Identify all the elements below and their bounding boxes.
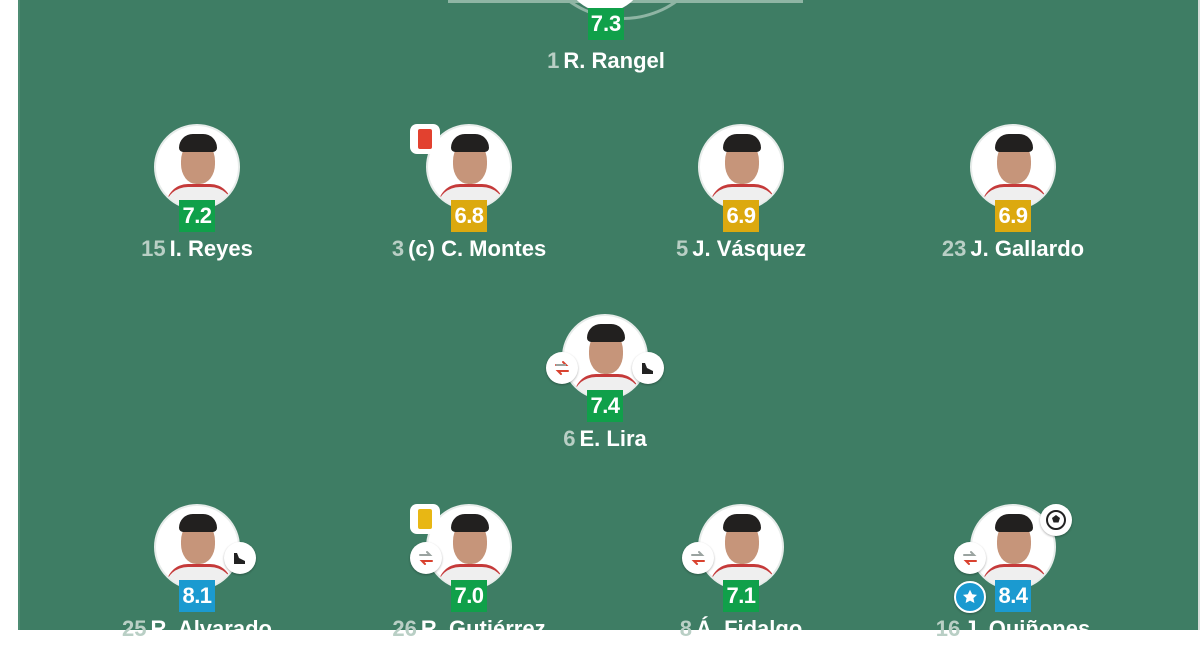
goalkeeper-name[interactable]: 1 R. Rangel bbox=[476, 48, 736, 74]
shirt-number: 15 bbox=[141, 236, 166, 261]
goal-ball-icon bbox=[1040, 504, 1072, 536]
substitution-icon bbox=[410, 542, 442, 574]
player-label: 6 E. Lira bbox=[476, 426, 734, 452]
goalkeeper-rating: 7.3 bbox=[588, 8, 624, 40]
player-label: 26 R. Gutiérrez bbox=[340, 616, 598, 642]
boot-icon bbox=[632, 352, 664, 384]
shirt-number: 1 bbox=[547, 48, 560, 73]
player-card[interactable]: 8.4 16 J. Quiñones bbox=[884, 504, 1144, 664]
player-card[interactable]: 7.2 15 I. Reyes bbox=[68, 124, 328, 284]
red-card-icon bbox=[410, 124, 440, 154]
player-label: 15 I. Reyes bbox=[68, 236, 326, 262]
player-name: J. Quiñones bbox=[964, 616, 1091, 641]
player-card[interactable]: 7.0 26 R. Gutiérrez bbox=[340, 504, 600, 664]
player-rating: 7.1 bbox=[723, 580, 759, 612]
shirt-number: 23 bbox=[941, 236, 967, 261]
substitution-icon bbox=[682, 542, 714, 574]
player-card[interactable]: 7.1 8 Á. Fidalgo bbox=[612, 504, 872, 664]
shirt-number: 16 bbox=[935, 616, 961, 641]
boot-icon bbox=[224, 542, 256, 574]
player-name: I. Reyes bbox=[169, 236, 253, 261]
player-name: R. Rangel bbox=[563, 48, 665, 73]
player-card[interactable]: 8.1 25 R. Alvarado bbox=[68, 504, 328, 664]
player-rating: 7.0 bbox=[451, 580, 487, 612]
player-label: 8 Á. Fidalgo bbox=[612, 616, 870, 642]
player-name: J. Gallardo bbox=[970, 236, 1085, 261]
player-avatar bbox=[698, 504, 784, 590]
player-card[interactable]: 7.4 6 E. Lira bbox=[476, 314, 736, 474]
player-avatar bbox=[698, 124, 784, 210]
shirt-number: 25 bbox=[122, 616, 147, 641]
player-name: Á. Fidalgo bbox=[695, 616, 803, 641]
player-rating: 7.2 bbox=[179, 200, 215, 232]
player-card[interactable]: 6.9 23 J. Gallardo bbox=[884, 124, 1144, 284]
player-avatar bbox=[154, 124, 240, 210]
player-avatar bbox=[970, 124, 1056, 210]
player-rating: 8.4 bbox=[995, 580, 1031, 612]
player-rating: 6.8 bbox=[451, 200, 487, 232]
shirt-number: 26 bbox=[392, 616, 417, 641]
substitution-icon bbox=[954, 542, 986, 574]
player-rating: 6.9 bbox=[723, 200, 759, 232]
player-of-match-star-icon bbox=[954, 581, 986, 613]
player-label: 3 (c) C. Montes bbox=[340, 236, 598, 262]
player-label: 25 R. Alvarado bbox=[68, 616, 326, 642]
shirt-number: 5 bbox=[676, 236, 689, 261]
player-card[interactable]: 6.8 3 (c) C. Montes bbox=[340, 124, 600, 284]
player-name: R. Gutiérrez bbox=[420, 616, 546, 641]
player-name: (c) C. Montes bbox=[408, 236, 547, 261]
player-label: 5 J. Vásquez bbox=[612, 236, 870, 262]
player-name: E. Lira bbox=[579, 426, 647, 451]
substitution-icon bbox=[546, 352, 578, 384]
player-name: R. Alvarado bbox=[150, 616, 272, 641]
player-card[interactable]: 6.9 5 J. Vásquez bbox=[612, 124, 872, 284]
player-rating: 6.9 bbox=[995, 200, 1031, 232]
shirt-number: 8 bbox=[679, 616, 692, 641]
player-name: J. Vásquez bbox=[692, 236, 806, 261]
shirt-number: 3 bbox=[391, 236, 405, 261]
player-rating: 8.1 bbox=[179, 580, 215, 612]
player-label: 23 J. Gallardo bbox=[884, 236, 1142, 262]
player-rating: 7.4 bbox=[587, 390, 623, 422]
player-label: 16 J. Quiñones bbox=[884, 616, 1142, 642]
shirt-number: 6 bbox=[563, 426, 576, 451]
yellow-card-icon bbox=[410, 504, 440, 534]
